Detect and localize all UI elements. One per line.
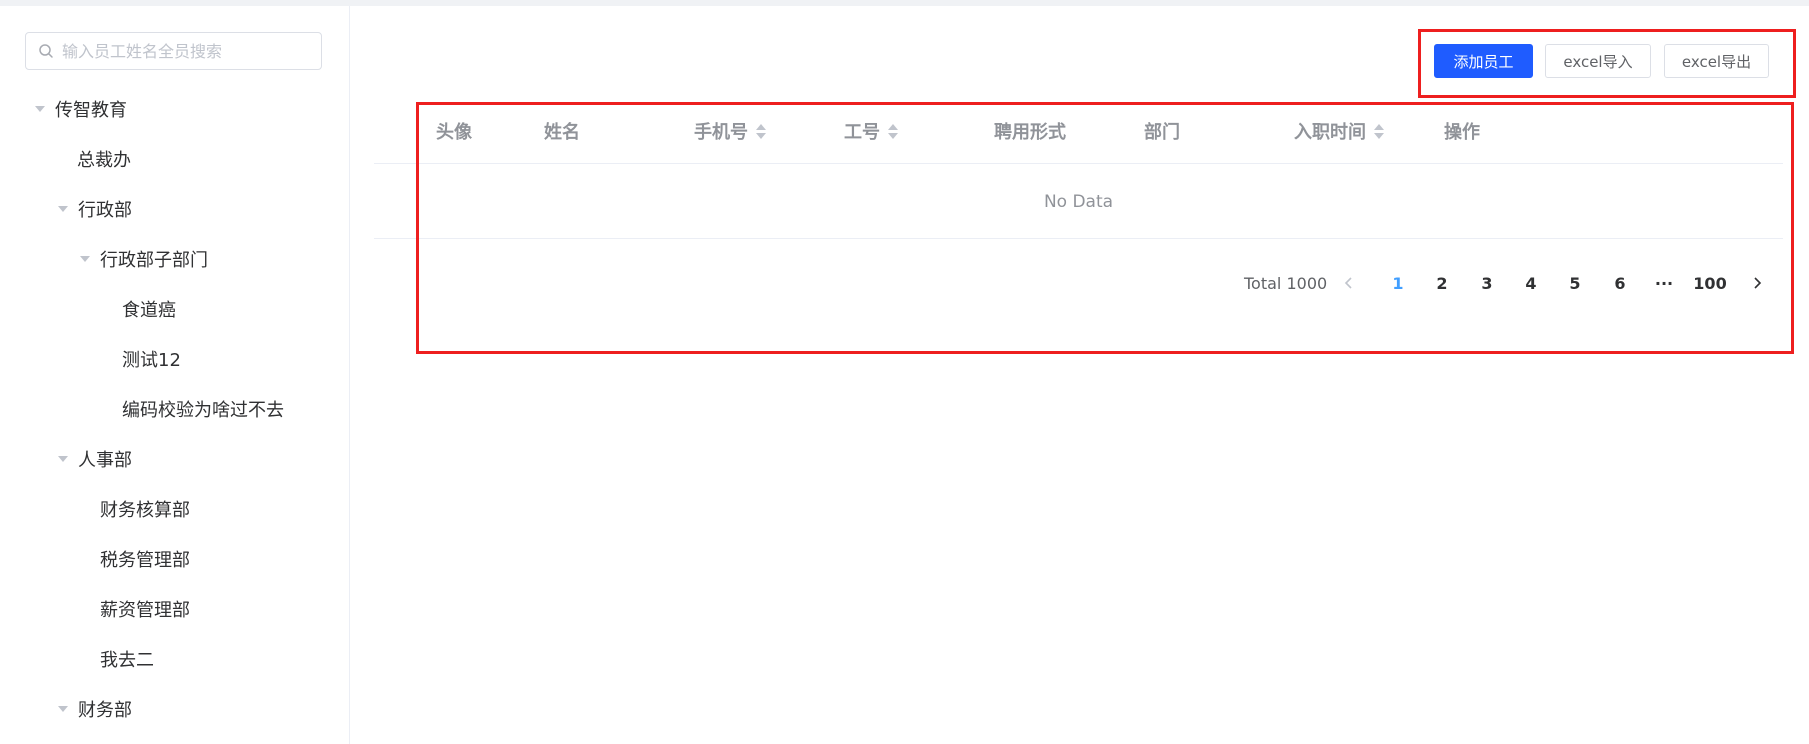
- tree-node-label: 我去二: [100, 650, 154, 671]
- tree-node[interactable]: 行政部: [58, 189, 132, 229]
- column-avatar: 头像: [436, 122, 472, 143]
- tree-node-label: 测试12: [122, 350, 181, 371]
- search-icon: [39, 44, 53, 58]
- tree-node-label: 总裁办: [77, 150, 131, 171]
- column-name: 姓名: [544, 122, 580, 143]
- page-button-4[interactable]: 4: [1518, 268, 1544, 298]
- tree-node[interactable]: 食道癌: [122, 289, 176, 329]
- column-work-number-label: 工号: [844, 122, 880, 143]
- pagination-total: Total 1000: [1244, 273, 1328, 293]
- column-hire-date[interactable]: 入职时间: [1294, 114, 1384, 148]
- chevron-right-icon: [1754, 277, 1762, 289]
- tree-node[interactable]: 测试12: [122, 339, 181, 379]
- page-button-3[interactable]: 3: [1474, 268, 1500, 298]
- page-button-1[interactable]: 1: [1385, 268, 1411, 298]
- tree-node[interactable]: 财务部: [58, 689, 132, 729]
- department-sidebar: 传智教育 总裁办 行政部 行政部子部门 食道癌 测试12 编码校验为啥过不去 人…: [0, 6, 350, 744]
- caret-down-icon[interactable]: [58, 706, 68, 712]
- next-page-button[interactable]: [1747, 268, 1767, 298]
- tree-node-label: 编码校验为啥过不去: [122, 400, 284, 421]
- tree-node-label: 财务核算部: [100, 500, 190, 521]
- column-actions: 操作: [1444, 122, 1480, 143]
- sort-icon[interactable]: [888, 123, 898, 139]
- page: 传智教育 总裁办 行政部 行政部子部门 食道癌 测试12 编码校验为啥过不去 人…: [0, 6, 1809, 744]
- tree-node[interactable]: 人事部: [58, 439, 132, 479]
- column-phone-label: 手机号: [694, 122, 748, 143]
- more-pages-button[interactable]: ···: [1651, 268, 1677, 298]
- search-input[interactable]: [62, 33, 312, 69]
- page-button-100[interactable]: 100: [1690, 268, 1730, 298]
- column-hire-date-label: 入职时间: [1294, 122, 1366, 143]
- prev-page-button[interactable]: [1339, 268, 1359, 298]
- empty-table-text: No Data: [1043, 192, 1114, 212]
- add-employee-button[interactable]: 添加员工: [1434, 44, 1533, 78]
- tree-node[interactable]: 行政部子部门: [80, 239, 208, 279]
- table-bottom-divider: [374, 238, 1783, 239]
- table-header-divider: [374, 163, 1783, 164]
- caret-down-icon[interactable]: [80, 256, 90, 262]
- tree-node-root[interactable]: 传智教育: [35, 89, 127, 129]
- chevron-left-icon: [1344, 277, 1352, 289]
- caret-down-icon[interactable]: [35, 106, 45, 112]
- tree-node-label: 薪资管理部: [100, 600, 190, 621]
- sort-icon[interactable]: [756, 123, 766, 139]
- tree-node-label: 行政部: [78, 200, 132, 221]
- table-highlight-box: [416, 102, 1794, 354]
- page-button-5[interactable]: 5: [1562, 268, 1588, 298]
- sort-icon[interactable]: [1374, 123, 1384, 139]
- column-phone[interactable]: 手机号: [694, 114, 766, 148]
- tree-node-label: 行政部子部门: [100, 250, 208, 271]
- tree-node[interactable]: 编码校验为啥过不去: [122, 389, 284, 429]
- caret-down-icon[interactable]: [58, 456, 68, 462]
- tree-node-label: 人事部: [78, 450, 132, 471]
- tree-node[interactable]: 总裁办: [77, 139, 131, 179]
- page-button-6[interactable]: 6: [1607, 268, 1633, 298]
- column-work-number[interactable]: 工号: [844, 114, 898, 148]
- tree-node[interactable]: 我去二: [100, 639, 154, 679]
- tree-node-label: 财务部: [78, 700, 132, 721]
- tree-node-label: 传智教育: [55, 100, 127, 121]
- tree-node-label: 税务管理部: [100, 550, 190, 571]
- column-department: 部门: [1144, 122, 1180, 143]
- tree-node[interactable]: 财务核算部: [100, 489, 190, 529]
- tree-node-label: 食道癌: [122, 300, 176, 321]
- caret-down-icon[interactable]: [58, 206, 68, 212]
- page-button-2[interactable]: 2: [1429, 268, 1455, 298]
- tree-node[interactable]: 薪资管理部: [100, 589, 190, 629]
- tree-node[interactable]: 税务管理部: [100, 539, 190, 579]
- column-employment-form: 聘用形式: [994, 122, 1066, 143]
- employee-search: [25, 32, 322, 70]
- excel-import-button[interactable]: excel导入: [1545, 44, 1651, 78]
- excel-export-button[interactable]: excel导出: [1664, 44, 1769, 78]
